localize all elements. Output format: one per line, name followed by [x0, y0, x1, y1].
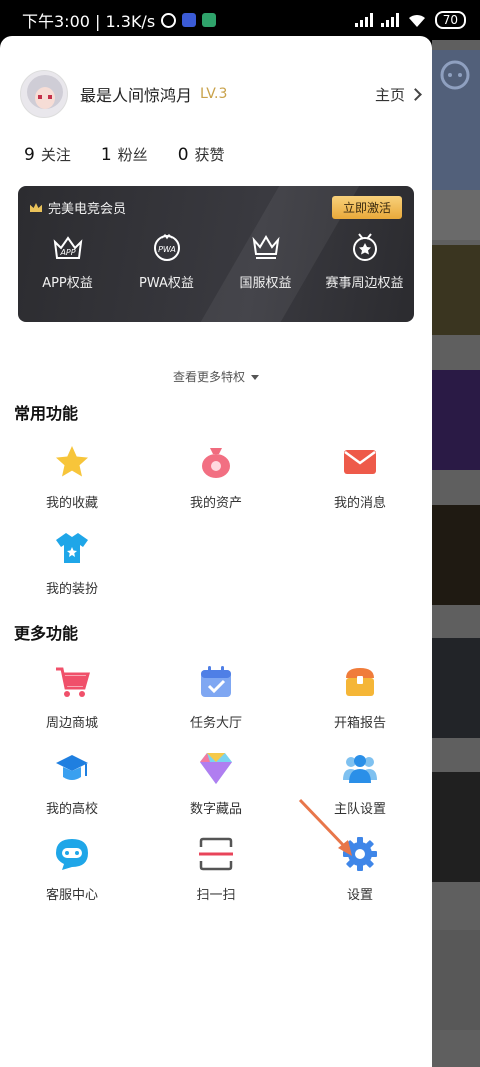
common-functions-title: 常用功能 [14, 404, 79, 423]
team-settings-item[interactable]: 主队设置 [300, 750, 420, 817]
money-bag-icon [198, 444, 234, 480]
activate-button[interactable]: 立即激活 [332, 196, 402, 219]
customer-service-item[interactable]: 客服中心 [12, 836, 132, 903]
settings-item[interactable]: 设置 [300, 836, 420, 903]
vip-item-event-merch[interactable]: 赛事周边权益 [315, 232, 414, 291]
stat-following[interactable]: 9 关注 [24, 144, 71, 165]
graduation-cap-icon [54, 750, 90, 786]
vip-item-pwa[interactable]: PWA PWA权益 [117, 232, 216, 291]
my-favorites-item[interactable]: 我的收藏 [12, 444, 132, 511]
my-outfit-item[interactable]: 我的装扮 [12, 530, 132, 597]
background-header [432, 50, 480, 190]
background-app-page[interactable] [432, 40, 480, 1067]
nickname: 最是人间惊鸿月 [80, 86, 193, 105]
crown-icon [30, 203, 42, 212]
calendar-check-icon [198, 664, 234, 700]
svg-text:APP: APP [59, 248, 75, 257]
side-drawer: 最是人间惊鸿月 LV.3 主页 9 关注 1 粉丝 0 获赞 完美电竞会员 立即激活 … [0, 36, 432, 1067]
digital-collectibles-item[interactable]: 数字藏品 [156, 750, 276, 817]
level-badge: LV.3 [200, 86, 228, 102]
chevron-right-icon [409, 87, 422, 101]
app-crown-icon: APP [51, 232, 85, 262]
merch-store-item[interactable]: 周边商城 [12, 664, 132, 731]
diamond-icon [198, 750, 234, 786]
tshirt-icon [54, 530, 90, 566]
scan-icon [198, 836, 234, 872]
status-bar: 下午3:00 | 1.3K/s 70 [0, 0, 480, 40]
star-icon [54, 444, 90, 480]
gear-icon [342, 836, 378, 872]
wifi-icon [408, 14, 425, 27]
stat-likes[interactable]: 0 获赞 [178, 144, 225, 165]
medal-icon [348, 232, 382, 262]
chat-bot-icon [54, 836, 90, 872]
avatar[interactable] [20, 70, 68, 118]
treasure-box-icon [342, 664, 378, 700]
bg-chat-icon [440, 60, 470, 90]
my-assets-item[interactable]: 我的资产 [156, 444, 276, 511]
app-notification-icon [182, 13, 197, 27]
vip-card[interactable]: 完美电竞会员 立即激活 APP APP权益 PWA PWA权益 国服权益 赛事周… [18, 186, 414, 322]
shopping-cart-icon [54, 664, 90, 700]
caret-down-icon [251, 375, 259, 380]
profile-stats: 9 关注 1 粉丝 0 获赞 [24, 144, 225, 165]
signal-icon-2 [380, 13, 399, 27]
envelope-icon [342, 444, 378, 480]
my-university-item[interactable]: 我的高校 [12, 750, 132, 817]
scan-item[interactable]: 扫一扫 [156, 836, 276, 903]
vip-item-app[interactable]: APP APP权益 [18, 232, 117, 291]
more-functions-title: 更多功能 [14, 624, 79, 643]
more-privileges-link[interactable]: 查看更多特权 [0, 368, 432, 385]
app-notification-icon-2 [202, 13, 217, 27]
my-messages-item[interactable]: 我的消息 [300, 444, 420, 511]
homepage-label: 主页 [374, 85, 405, 104]
battery-indicator: 70 [434, 11, 466, 29]
crown-icon [249, 232, 283, 262]
pwa-crown-icon: PWA [150, 232, 184, 262]
task-hall-item[interactable]: 任务大厅 [156, 664, 276, 731]
unbox-report-item[interactable]: 开箱报告 [300, 664, 420, 731]
alarm-icon [161, 12, 177, 28]
stat-followers[interactable]: 1 粉丝 [101, 144, 148, 165]
status-time-speed: 下午3:00 | 1.3K/s [22, 12, 156, 31]
profile-row[interactable]: 最是人间惊鸿月 LV.3 主页 [20, 70, 422, 118]
team-users-icon [342, 750, 378, 786]
signal-icon [354, 13, 373, 27]
vip-title: 完美电竞会员 [30, 198, 126, 217]
svg-text:PWA: PWA [158, 245, 176, 254]
vip-item-cn-server[interactable]: 国服权益 [216, 232, 315, 291]
homepage-link[interactable]: 主页 [374, 84, 422, 105]
